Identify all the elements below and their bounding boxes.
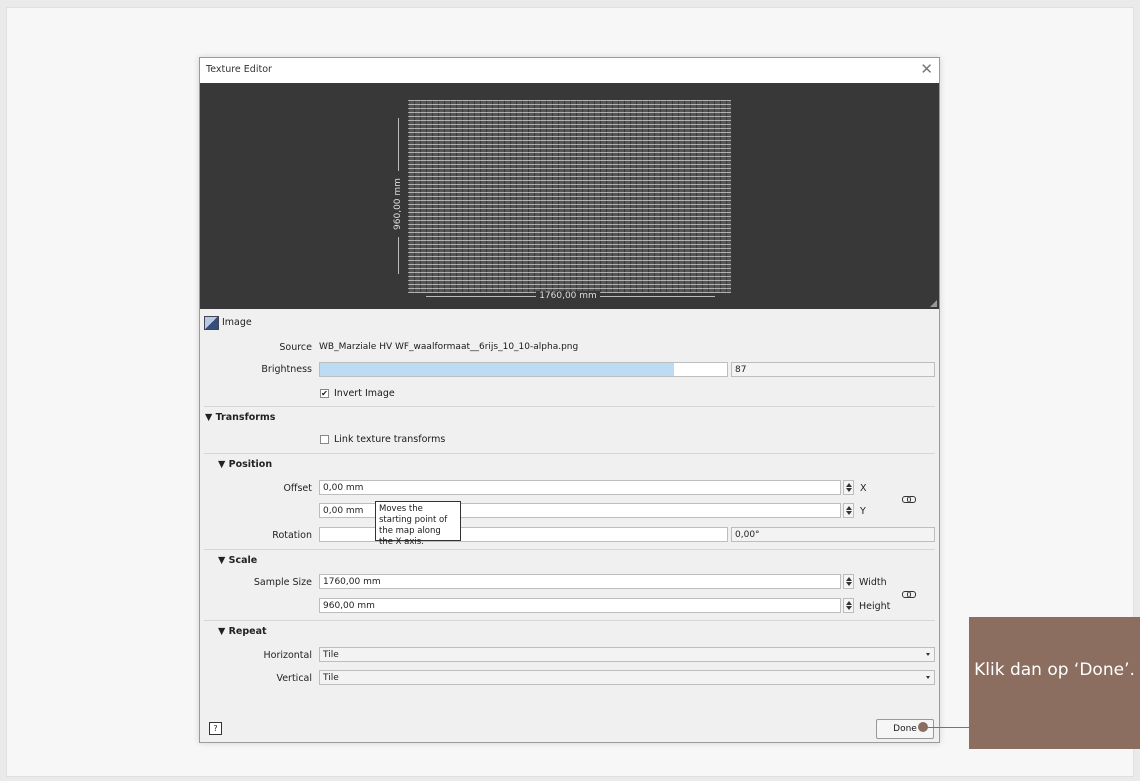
separator xyxy=(204,620,935,621)
rotation-value-field[interactable]: 0,00° xyxy=(731,527,935,542)
vertical-repeat-select[interactable]: Tile xyxy=(319,670,935,685)
chevron-down-icon xyxy=(926,676,930,679)
brightness-value-field[interactable]: 87 xyxy=(731,362,935,377)
offset-x-spinner[interactable] xyxy=(843,480,854,495)
invert-image-label: Invert Image xyxy=(334,388,395,399)
y-axis-label: Y xyxy=(860,506,866,517)
chevron-down-icon xyxy=(926,653,930,656)
offset-y-spinner[interactable] xyxy=(843,503,854,518)
image-section-icon xyxy=(204,316,219,330)
separator xyxy=(204,453,935,454)
height-label: Height xyxy=(859,601,891,612)
link-texture-transforms-label: Link texture transforms xyxy=(334,434,446,445)
brightness-slider[interactable] xyxy=(319,362,728,377)
sample-width-input[interactable]: 1760,00 mm xyxy=(319,574,841,589)
vertical-label: Vertical xyxy=(276,673,312,684)
dialog-title: Texture Editor xyxy=(206,64,272,75)
x-axis-label: X xyxy=(860,483,867,494)
texture-image xyxy=(408,100,731,293)
separator xyxy=(204,406,935,407)
height-dimension-label: 960,00 mm xyxy=(393,171,403,237)
repeat-section-header[interactable]: ▼ Repeat xyxy=(218,626,267,637)
horizontal-label: Horizontal xyxy=(263,650,312,661)
help-button[interactable]: ? xyxy=(209,722,222,735)
scale-link-icon[interactable] xyxy=(902,590,916,598)
width-label: Width xyxy=(859,577,887,588)
sample-height-input[interactable]: 960,00 mm xyxy=(319,598,841,613)
callout-pointer-dot xyxy=(918,722,928,732)
vertical-repeat-value: Tile xyxy=(323,673,339,683)
offset-tooltip: Moves the starting point of the map alon… xyxy=(375,501,461,547)
sample-size-label: Sample Size xyxy=(253,577,312,588)
brightness-label: Brightness xyxy=(261,364,312,375)
link-texture-transforms-checkbox[interactable] xyxy=(320,435,329,444)
callout-connector xyxy=(925,727,969,728)
texture-editor-dialog: Texture Editor ✕ 960,00 mm 1760,00 mm Im… xyxy=(199,57,940,743)
close-icon[interactable]: ✕ xyxy=(920,60,933,78)
source-value: WB_Marziale HV WF_waalformaat__6rijs_10_… xyxy=(319,342,579,352)
offset-label: Offset xyxy=(283,483,312,494)
separator xyxy=(204,549,935,550)
title-bar: Texture Editor ✕ xyxy=(200,58,939,83)
offset-link-icon[interactable] xyxy=(902,495,916,503)
resize-grip-icon[interactable] xyxy=(930,300,937,307)
rotation-label: Rotation xyxy=(272,530,312,541)
position-section-header[interactable]: ▼ Position xyxy=(218,459,272,470)
brightness-slider-fill xyxy=(320,363,675,376)
sample-height-spinner[interactable] xyxy=(843,598,854,613)
transforms-section-header[interactable]: ▼ Transforms xyxy=(205,412,275,423)
horizontal-repeat-select[interactable]: Tile xyxy=(319,647,935,662)
horizontal-repeat-value: Tile xyxy=(323,650,339,660)
offset-x-input[interactable]: 0,00 mm xyxy=(319,480,841,495)
sample-width-spinner[interactable] xyxy=(843,574,854,589)
invert-image-checkbox[interactable]: ✔ xyxy=(320,389,329,398)
texture-preview: 960,00 mm 1760,00 mm xyxy=(200,83,939,309)
callout-text: Klik dan op ‘Done’. xyxy=(974,660,1135,680)
scale-section-header[interactable]: ▼ Scale xyxy=(218,555,257,566)
image-section-label: Image xyxy=(222,317,252,328)
source-label: Source xyxy=(279,342,312,353)
width-dimension-label: 1760,00 mm xyxy=(536,291,600,301)
instruction-callout: Klik dan op ‘Done’. xyxy=(969,617,1140,749)
